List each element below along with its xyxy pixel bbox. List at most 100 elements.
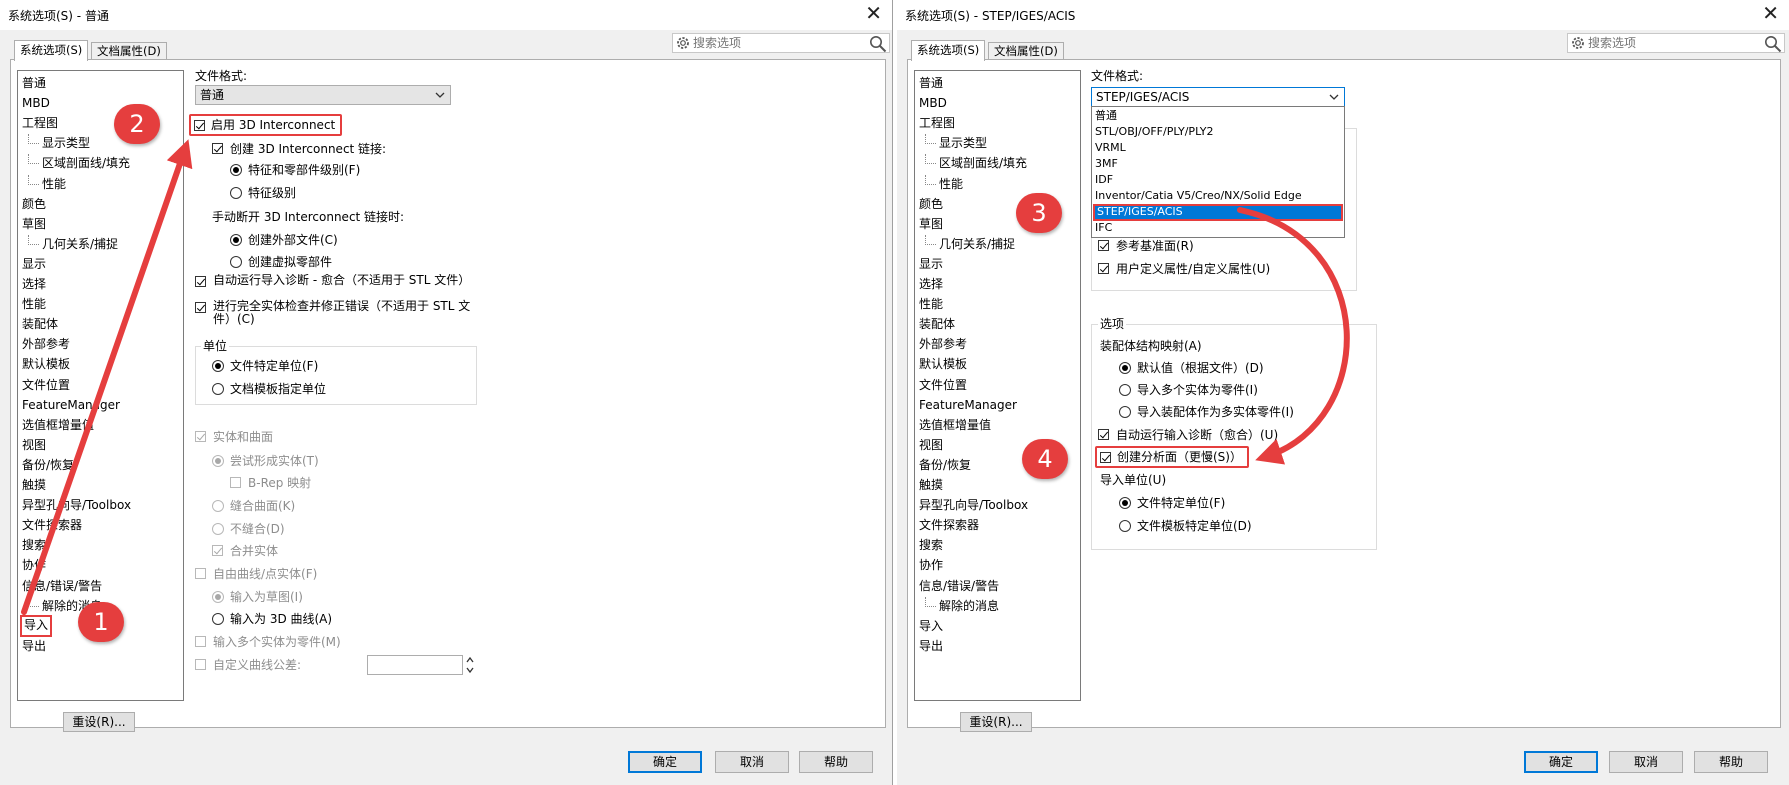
options-tree-item[interactable]: 异型孔向导/Toolbox [22,496,131,514]
curve-tolerance-input[interactable] [367,655,463,675]
options-tree-item[interactable]: 工程图 [919,114,955,132]
options-tree-item[interactable]: 协作 [22,556,46,574]
options-tree-item[interactable]: 外部参考 [22,335,70,353]
default-by-file-radio[interactable]: 默认值（根据文件）(D) [1119,359,1264,377]
options-tree-item[interactable]: 备份/恢复 [919,456,971,474]
file-format-select[interactable]: 普通 [195,85,451,105]
options-tree-item[interactable]: MBD [919,94,947,112]
file-specific-units-radio[interactable]: 文件特定单位(F) [212,357,318,375]
search-icon[interactable] [869,35,887,53]
options-tree-item[interactable]: 草图 [22,215,46,233]
options-tree-item[interactable]: 草图 [919,215,943,233]
enable-3d-interconnect-checkbox[interactable]: 启用 3D Interconnect [189,114,343,136]
auto-diagnose-checkbox[interactable]: 自动运行导入诊断 - 愈合（不适用于 STL 文件） [195,274,478,291]
options-tree-item[interactable]: 默认模板 [22,355,70,373]
options-tree-item[interactable]: 显示 [919,255,943,273]
options-tree-item[interactable]: 选择 [919,275,943,293]
template-units-radio[interactable]: 文件模板特定单位(D) [1119,517,1252,535]
options-tree-item[interactable]: 选值框增量值 [919,416,991,434]
options-tree-item[interactable]: 导出 [919,637,943,655]
options-tree-item[interactable]: 性能 [22,295,46,313]
options-tree-item[interactable]: 颜色 [919,195,943,213]
brep-mapping-checkbox[interactable]: B-Rep 映射 [230,474,311,492]
options-tree-item[interactable]: 导入 [20,614,53,637]
options-tree-item[interactable]: 装配体 [919,315,955,333]
options-tree-item[interactable]: 导入 [919,617,943,635]
options-tree-item[interactable]: 区域剖面线/填充 [925,154,1027,172]
file-format-option[interactable]: 普通 [1093,108,1343,124]
file-format-option[interactable]: VRML [1093,140,1343,156]
file-specific-units-radio[interactable]: 文件特定单位(F) [1119,494,1225,512]
auto-diagnose-checkbox[interactable]: 自动运行输入诊断（愈合）(U) [1098,426,1278,444]
import-multibody-as-parts-radio[interactable]: 导入多个实体为零件(I) [1119,381,1258,399]
options-tree-item[interactable]: 装配体 [22,315,58,333]
options-tree-item[interactable]: 导出 [22,637,46,655]
tab-document-properties[interactable]: 文档属性(D) [988,42,1064,60]
feature-level-radio[interactable]: 特征级别 [230,184,296,202]
options-tree-item[interactable]: 文件探索器 [22,516,82,534]
reference-plane-checkbox[interactable]: 参考基准面(R) [1098,237,1194,255]
do-not-knit-radio[interactable]: 不缝合(D) [212,520,285,538]
options-tree-item[interactable]: 性能 [925,174,963,193]
options-tree-item[interactable]: 工程图 [22,114,58,132]
options-tree-item[interactable]: 显示类型 [28,134,90,152]
file-format-option[interactable]: STL/OBJ/OFF/PLY/PLY2 [1093,124,1343,140]
options-tree-item[interactable]: 信息/错误/警告 [919,577,999,595]
custom-curve-tolerance-checkbox[interactable]: 自定义曲线公差: [195,656,301,674]
options-tree-item[interactable]: 普通 [919,74,943,92]
cancel-button[interactable]: 取消 [1609,751,1683,773]
search-box[interactable] [1567,33,1785,53]
create-external-file-radio[interactable]: 创建外部文件(C) [230,231,338,249]
options-tree-item[interactable]: 几何关系/捕捉 [28,234,118,253]
file-format-option[interactable]: IFC [1093,220,1343,236]
tab-system-options[interactable]: 系统选项(S) [14,40,89,61]
options-tree-item[interactable]: 解除的消息 [925,596,999,615]
create-virtual-component-radio[interactable]: 创建虚拟零部件 [230,253,332,271]
cancel-button[interactable]: 取消 [715,751,789,773]
close-icon[interactable]: ✕ [865,3,882,23]
options-tree-item[interactable]: 选值框增量值 [22,416,94,434]
tab-document-properties[interactable]: 文档属性(D) [91,42,167,60]
options-tree-item[interactable]: 颜色 [22,195,46,213]
options-tree-item[interactable]: FeatureManager [919,396,1017,414]
full-entity-check-checkbox[interactable]: 进行完全实体检查并修正错误（不适用于 STL 文件）(C) [195,300,483,326]
options-tree-item[interactable]: 触摸 [919,476,943,494]
options-tree-item[interactable]: 选择 [22,275,46,293]
options-tree-item[interactable]: 显示类型 [925,134,987,152]
file-format-option[interactable]: Inventor/Catia V5/Creo/NX/Solid Edge [1093,188,1343,204]
feature-and-part-level-radio[interactable]: 特征和零部件级别(F) [230,161,360,179]
create-link-checkbox[interactable]: 创建 3D Interconnect 链接: [212,140,386,158]
options-tree-item[interactable]: 性能 [28,174,66,193]
options-tree-item[interactable]: 搜索 [919,536,943,554]
file-format-option[interactable]: STEP/IGES/ACIS [1093,204,1343,221]
file-format-option[interactable]: 3MF [1093,156,1343,172]
options-tree-item[interactable]: 备份/恢复 [22,456,74,474]
merge-entities-checkbox[interactable]: 合并实体 [212,542,278,560]
options-tree-item[interactable]: 性能 [919,295,943,313]
search-box[interactable] [672,33,890,53]
options-tree-item[interactable]: 异型孔向导/Toolbox [919,496,1028,514]
tab-system-options[interactable]: 系统选项(S) [911,40,986,61]
search-input[interactable] [693,35,853,51]
options-tree-item[interactable]: 几何关系/捕捉 [925,234,1015,253]
options-tree-item[interactable]: 视图 [22,436,46,454]
options-tree-item[interactable]: 视图 [919,436,943,454]
reset-button[interactable]: 重设(R)... [63,712,135,732]
options-tree-item[interactable]: 触摸 [22,476,46,494]
reset-button[interactable]: 重设(R)... [960,712,1032,732]
try-form-solid-radio[interactable]: 尝试形成实体(T) [212,452,319,470]
file-format-option[interactable]: IDF [1093,172,1343,188]
file-format-select[interactable]: STEP/IGES/ACIS [1091,87,1345,107]
options-tree-item[interactable]: 搜索 [22,536,46,554]
search-input[interactable] [1588,35,1748,51]
help-button[interactable]: 帮助 [1694,751,1768,773]
options-tree-item[interactable]: 区域剖面线/填充 [28,154,130,172]
options-tree-item[interactable]: 协作 [919,556,943,574]
options-tree-item[interactable]: 外部参考 [919,335,967,353]
options-tree-item[interactable]: 显示 [22,255,46,273]
template-units-radio[interactable]: 文档模板指定单位 [212,380,326,398]
user-defined-properties-checkbox[interactable]: 用户定义属性/自定义属性(U) [1098,260,1270,278]
options-tree-item[interactable]: 普通 [22,74,46,92]
help-button[interactable]: 帮助 [799,751,873,773]
multi-body-as-parts-checkbox[interactable]: 输入多个实体为零件(M) [195,633,341,651]
